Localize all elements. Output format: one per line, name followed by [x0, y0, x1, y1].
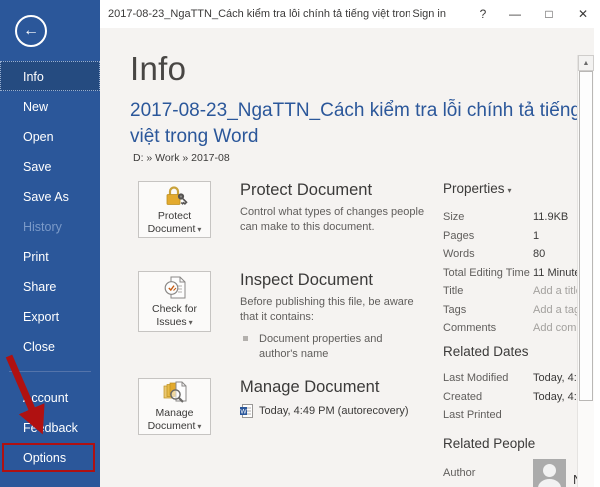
protect-text: Protect Document Control what types of c…: [240, 181, 440, 238]
sidebar-item-print[interactable]: Print: [0, 241, 100, 271]
related-dates-heading: Related Dates: [443, 344, 529, 359]
author-avatar: [533, 459, 566, 487]
sidebar-item-options[interactable]: Options: [0, 442, 100, 472]
sidebar-nav-main: Info New Open Save Save As History Print…: [0, 61, 100, 361]
manage-text: Manage Document W Today, 4:49 PM (autore…: [240, 378, 440, 435]
sidebar-item-history: History: [23, 220, 62, 234]
sidebar-item-account[interactable]: Account: [0, 382, 100, 412]
document-title: 2017-08-23_NgaTTN_Cách kiểm tra lỗi chín…: [130, 100, 581, 147]
window-title: 2017-08-23_NgaTTN_Cách kiểm tra lỗi chín…: [108, 8, 410, 20]
window-controls: Sign in ? — □ ✕: [412, 7, 600, 21]
protect-heading: Protect Document: [240, 181, 373, 199]
word-document-icon: W: [240, 404, 253, 418]
close-icon[interactable]: ✕: [566, 7, 600, 21]
author-row: Author Nga: [443, 459, 599, 487]
dropdown-caret-icon: ▾: [507, 186, 512, 195]
button-label: Document ▾: [147, 420, 202, 432]
autorecovery-item[interactable]: W Today, 4:49 PM (autorecovery): [240, 404, 440, 418]
author-label: Author: [443, 467, 476, 479]
sidebar-nav-footer: Account Feedback Options: [0, 382, 100, 472]
svg-text:W: W: [240, 409, 247, 416]
date-row-last-printed: Last Printed: [443, 409, 502, 422]
related-dates-panel: Related Dates Last Modified Today, 4:46 …: [443, 344, 599, 425]
inspect-description: Before publishing this file, be aware th…: [240, 296, 414, 323]
sidebar-item-save[interactable]: Save: [0, 151, 100, 181]
autorecovery-text: Today, 4:49 PM (autorecovery): [259, 405, 409, 417]
manage-document-button[interactable]: Manage Document ▾: [138, 378, 211, 435]
dropdown-caret-icon: ▾: [188, 317, 193, 327]
related-dates-rows: Last Modified Today, 4:46 PM Created Tod…: [443, 369, 599, 425]
manage-document-icon: [163, 381, 186, 403]
property-row-size: Size 11.9KB: [443, 208, 599, 227]
backstage-sidebar: ← Info New Open Save Save As History Pri…: [0, 0, 100, 487]
dropdown-caret-icon: ▾: [197, 224, 202, 234]
back-arrow-icon: ←: [23, 22, 39, 39]
scroll-up-arrow-icon: ▲: [582, 59, 590, 67]
date-row-last-modified: Last Modified Today, 4:46 PM: [443, 369, 599, 388]
sidebar-item-feedback[interactable]: Feedback: [0, 412, 100, 442]
inspect-text: Inspect Document Before publishing this …: [240, 271, 440, 362]
check-for-issues-button[interactable]: Check for Issues ▾: [138, 271, 211, 332]
protect-description: Control what types of changes people can…: [240, 206, 425, 233]
breadcrumb: D: » Work » 2017-08: [133, 152, 230, 164]
lock-key-icon: [166, 185, 188, 205]
sidebar-item-open[interactable]: Open: [0, 121, 100, 151]
sidebar-item-share[interactable]: Share: [0, 271, 100, 301]
inspect-bullet-text: Document properties and author's name: [259, 333, 383, 360]
inspect-document-icon: [164, 276, 185, 298]
manage-heading: Manage Document: [240, 378, 380, 396]
sidebar-item-save-as[interactable]: Save As: [0, 181, 100, 211]
vertical-scrollbar[interactable]: ▲: [577, 55, 594, 487]
date-row-created: Created Today, 4:41 PM: [443, 388, 599, 407]
button-label: Manage: [155, 407, 194, 419]
backstage-main: Info 2017-08-23_NgaTTN_Cách kiểm tra lỗi…: [100, 28, 600, 487]
sidebar-divider: [9, 371, 91, 372]
properties-rows: Size 11.9KB Pages 1 Words 80 Total Editi…: [443, 208, 599, 338]
button-label: Document ▾: [147, 222, 202, 235]
related-people-heading: Related People: [443, 436, 536, 451]
minimize-icon[interactable]: —: [498, 7, 532, 21]
sign-in-button[interactable]: Sign in: [412, 8, 446, 20]
related-people-panel: Related People Author Nga: [443, 436, 599, 487]
sidebar-item-info[interactable]: Info: [0, 61, 100, 91]
scroll-up-button[interactable]: ▲: [578, 55, 594, 71]
property-row-tags: Tags Add a tag: [443, 301, 599, 320]
button-label: Protect: [157, 209, 192, 222]
property-row-comments: Comments Add comm..: [443, 322, 591, 335]
property-row-editing-time: Total Editing Time 11 Minutes: [443, 264, 599, 283]
bullet-icon: [243, 336, 248, 341]
property-row-pages: Pages 1: [443, 227, 599, 246]
back-button[interactable]: ←: [15, 15, 47, 47]
page-title: Info: [130, 50, 187, 87]
properties-panel: Properties ▾ Size 11.9KB Pages 1 Words 80…: [443, 180, 599, 338]
sidebar-item-close[interactable]: Close: [0, 331, 100, 361]
property-row-words: Words 80: [443, 245, 599, 264]
section-protect-document: Protect Document ▾ Protect Document Contr…: [138, 181, 440, 238]
window-right-margin: [594, 28, 600, 487]
dropdown-caret-icon: ▾: [197, 422, 202, 431]
protect-document-button[interactable]: Protect Document ▾: [138, 181, 211, 238]
section-inspect-document: Check for Issues ▾ Inspect Document Befor…: [138, 271, 440, 362]
inspect-heading: Inspect Document: [240, 271, 373, 289]
property-row-title: Title Add a title: [443, 282, 599, 301]
button-label: Check for: [152, 302, 197, 315]
sidebar-item-export[interactable]: Export: [0, 301, 100, 331]
section-manage-document: Manage Document ▾ Manage Document W Toda…: [138, 378, 440, 435]
maximize-icon[interactable]: □: [532, 7, 566, 21]
titlebar: 2017-08-23_NgaTTN_Cách kiểm tra lỗi chín…: [100, 0, 600, 28]
help-icon[interactable]: ?: [468, 7, 498, 21]
button-label: Issues ▾: [156, 315, 193, 328]
sidebar-item-new[interactable]: New: [0, 91, 100, 121]
properties-heading[interactable]: Properties ▾: [443, 180, 599, 198]
inspect-bullet-item: Document properties and author's name: [240, 332, 410, 362]
avatar-person-icon: [543, 464, 556, 477]
word-backstage-window: 2017-08-23_NgaTTN_Cách kiểm tra lỗi chín…: [0, 0, 600, 487]
scrollbar-thumb[interactable]: [579, 71, 593, 401]
